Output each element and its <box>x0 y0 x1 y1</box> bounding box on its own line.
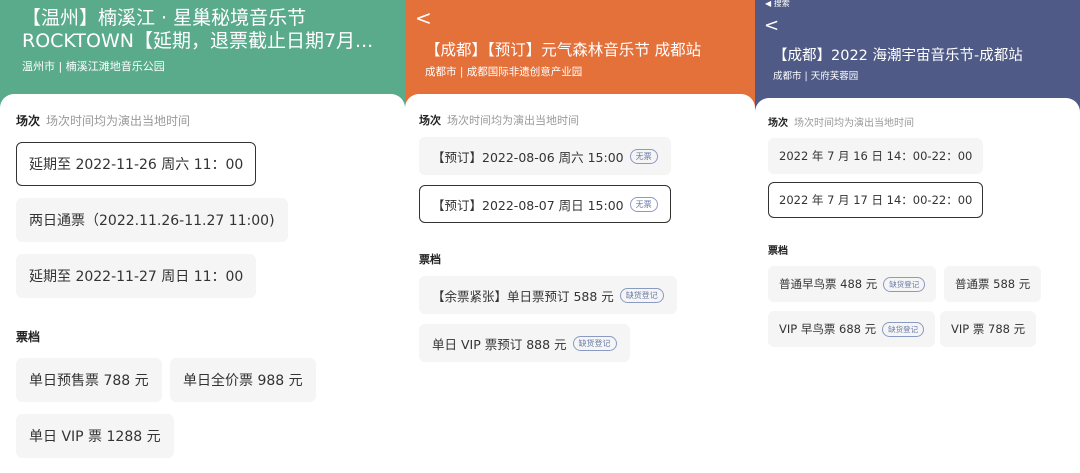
event-header: ◀ 搜索 < 【成都】2022 海潮宇宙音乐节-成都站 成都市 | 天府芙蓉园 <box>755 0 1080 110</box>
event-venue: 成都市 | 天府芙蓉园 <box>773 71 859 82</box>
ticket-text: 普通票 588 元 <box>955 277 1031 291</box>
session-option[interactable]: 2022 年 7 月 16 日 14：00-22：00 <box>768 138 984 174</box>
ticket-option[interactable]: VIP 早鸟票 688 元缺货登记 <box>768 311 936 347</box>
session-label: 场次 <box>419 114 441 127</box>
panel-chengdu-haichao: ◀ 搜索 < 【成都】2022 海潮宇宙音乐节-成都站 成都市 | 天府芙蓉园 … <box>755 0 1080 473</box>
session-section-header: 场次 场次时间均为演出当地时间 <box>419 112 579 128</box>
ticket-text: 【余票紧张】单日票预订 588 元 <box>432 288 614 304</box>
ticket-label: 票档 <box>16 330 41 344</box>
ticket-option[interactable]: 【余票紧张】单日票预订 588 元缺货登记 <box>419 276 677 314</box>
waitlist-badge: 缺货登记 <box>619 287 664 303</box>
session-option[interactable]: 【预订】2022-08-07 周日 15:00 无票 <box>419 185 671 223</box>
panel-chengdu-yuanqi: < 【成都】【预订】元气森林音乐节 成都站 成都市 | 成都国际非遗创意产业园 … <box>405 0 755 473</box>
session-hint: 场次时间均为演出当地时间 <box>447 114 579 127</box>
session-label: 场次 <box>16 114 41 128</box>
event-title-line1: 【温州】楠溪江 · 星巢秘境音乐节 <box>22 7 307 29</box>
ticket-option[interactable]: 普通早鸟票 488 元缺货登记 <box>768 266 937 302</box>
panel-wenzhou: 【温州】楠溪江 · 星巢秘境音乐节 ROCKTOWN【延期，退票截止日期7月..… <box>0 0 405 473</box>
back-icon[interactable]: < <box>764 16 779 36</box>
event-title-line2: ROCKTOWN【延期，退票截止日期7月... <box>22 30 374 52</box>
sold-out-badge: 无票 <box>629 148 658 164</box>
session-label: 场次 <box>768 118 788 129</box>
ticket-label: 票档 <box>419 253 441 266</box>
session-section-header: 场次 场次时间均为演出当地时间 <box>768 114 914 129</box>
waitlist-badge: 缺货登记 <box>882 321 925 337</box>
ticket-text: VIP 早鸟票 688 元 <box>779 322 877 336</box>
event-venue: 成都市 | 成都国际非遗创意产业园 <box>425 66 583 78</box>
ticket-option[interactable]: 单日 VIP 票预订 888 元缺货登记 <box>419 324 630 362</box>
session-option[interactable]: 延期至 2022-11-27 周日 11：00 <box>16 254 257 298</box>
ticket-text: VIP 票 788 元 <box>951 322 1026 336</box>
sold-out-badge: 无票 <box>629 196 658 212</box>
ticket-option[interactable]: 普通票 588 元 <box>944 266 1042 302</box>
session-hint: 场次时间均为演出当地时间 <box>794 118 914 129</box>
status-bar-back-search[interactable]: ◀ 搜索 <box>765 0 790 9</box>
selection-sheet: 场次 场次时间均为演出当地时间 2022 年 7 月 16 日 14：00-22：… <box>755 98 1080 473</box>
ticket-option[interactable]: 单日预售票 788 元 <box>16 358 162 402</box>
ticket-option[interactable]: 单日 VIP 票 1288 元 <box>16 414 174 458</box>
session-option[interactable]: 延期至 2022-11-26 周六 11：00 <box>16 142 257 186</box>
session-text: 【预订】2022-08-07 周日 15:00 <box>432 197 624 213</box>
event-title: 【成都】【预订】元气森林音乐节 成都站 <box>425 41 702 59</box>
ticket-option[interactable]: VIP 票 788 元 <box>940 311 1037 347</box>
session-option[interactable]: 2022 年 7 月 17 日 14：00-22：00 <box>768 182 984 218</box>
session-option[interactable]: 【预订】2022-08-06 周六 15:00 无票 <box>419 137 671 175</box>
selection-sheet: 场次 场次时间均为演出当地时间 延期至 2022-11-26 周六 11：00 两… <box>0 94 405 473</box>
event-venue: 温州市 | 楠溪江滩地音乐公园 <box>22 60 165 73</box>
ticket-label: 票档 <box>768 246 788 257</box>
waitlist-badge: 缺货登记 <box>883 276 926 292</box>
event-title: 【成都】2022 海潮宇宙音乐节-成都站 <box>773 48 1023 64</box>
session-hint: 场次时间均为演出当地时间 <box>46 114 191 128</box>
back-icon[interactable]: < <box>415 8 432 28</box>
ticket-text: 普通早鸟票 488 元 <box>779 277 878 291</box>
selection-sheet: 场次 场次时间均为演出当地时间 【预订】2022-08-06 周六 15:00 无票… <box>405 94 755 473</box>
session-section-header: 场次 场次时间均为演出当地时间 <box>16 112 190 129</box>
ticket-text: 单日 VIP 票预订 888 元 <box>432 336 567 352</box>
session-option[interactable]: 两日通票（2022.11.26-11.27 11:00) <box>16 198 288 242</box>
ticket-option[interactable]: 单日全价票 988 元 <box>170 358 316 402</box>
waitlist-badge: 缺货登记 <box>572 335 617 351</box>
session-text: 【预订】2022-08-06 周六 15:00 <box>432 149 624 165</box>
